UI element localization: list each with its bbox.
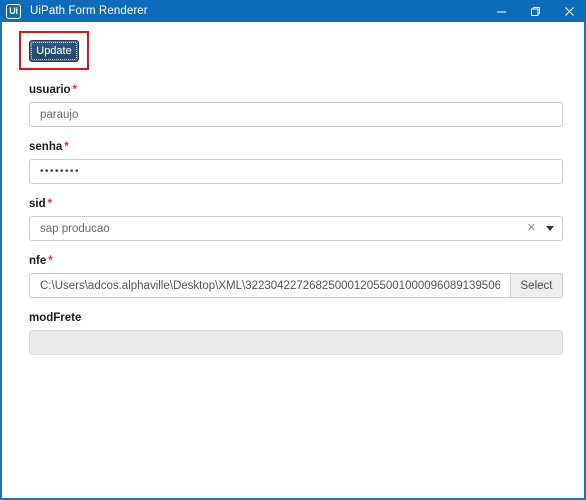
required-marker: * bbox=[47, 198, 53, 210]
label-senha: senha * bbox=[29, 141, 563, 153]
field-senha: senha * •••••••• bbox=[29, 141, 563, 184]
field-modfrete: modFrete bbox=[29, 312, 563, 355]
update-button[interactable]: Update bbox=[29, 40, 79, 62]
sid-select-icons: ✕ bbox=[527, 216, 554, 241]
label-usuario-text: usuario bbox=[29, 84, 71, 96]
field-usuario: usuario * bbox=[29, 84, 563, 127]
renderer-form: usuario* senha* •••••••• sid* ✕ bbox=[29, 84, 563, 369]
label-nfe-text: nfe bbox=[29, 255, 47, 267]
nfe-path-input[interactable] bbox=[29, 273, 510, 298]
chevron-down-icon[interactable] bbox=[546, 226, 554, 231]
label-sid: sid * bbox=[29, 198, 563, 210]
field-sid: sid* ✕ bbox=[29, 198, 563, 241]
select-file-button[interactable]: Select bbox=[510, 273, 563, 298]
label-nfe: nfe * bbox=[29, 255, 563, 267]
sid-select-input[interactable] bbox=[29, 216, 563, 241]
sid-select-wrapper[interactable]: ✕ bbox=[29, 216, 563, 241]
modfrete-input bbox=[29, 330, 563, 355]
required-marker: * bbox=[48, 255, 53, 267]
form-content-area: Update usuario* senha* •••••••• bbox=[2, 22, 584, 498]
required-marker: * bbox=[64, 141, 69, 153]
label-modfrete: modFrete bbox=[29, 312, 563, 324]
close-icon[interactable] bbox=[552, 0, 586, 22]
window-controls bbox=[484, 0, 586, 22]
update-button-text: Update bbox=[36, 45, 72, 57]
label-senha-text: senha bbox=[29, 141, 63, 153]
window-title: UiPath Form Renderer bbox=[30, 5, 148, 17]
required-marker: * bbox=[72, 84, 78, 96]
restore-icon[interactable] bbox=[518, 0, 552, 22]
field-nfe: nfe* Select bbox=[29, 255, 563, 298]
senha-input[interactable]: •••••••• bbox=[29, 159, 563, 184]
label-usuario: usuario * bbox=[29, 84, 563, 96]
usuario-input[interactable] bbox=[29, 102, 563, 127]
minimize-icon[interactable] bbox=[484, 0, 518, 22]
label-sid-text: sid bbox=[29, 198, 46, 210]
uipath-logo-icon: Ui bbox=[6, 3, 21, 19]
title-bar: Ui UiPath Form Renderer bbox=[0, 0, 586, 22]
close-icon[interactable]: ✕ bbox=[527, 223, 536, 234]
application-window: Ui UiPath Form Renderer Update usuario *… bbox=[0, 0, 586, 500]
label-modfrete-text: modFrete bbox=[29, 312, 82, 324]
nfe-file-row: Select bbox=[29, 273, 563, 298]
